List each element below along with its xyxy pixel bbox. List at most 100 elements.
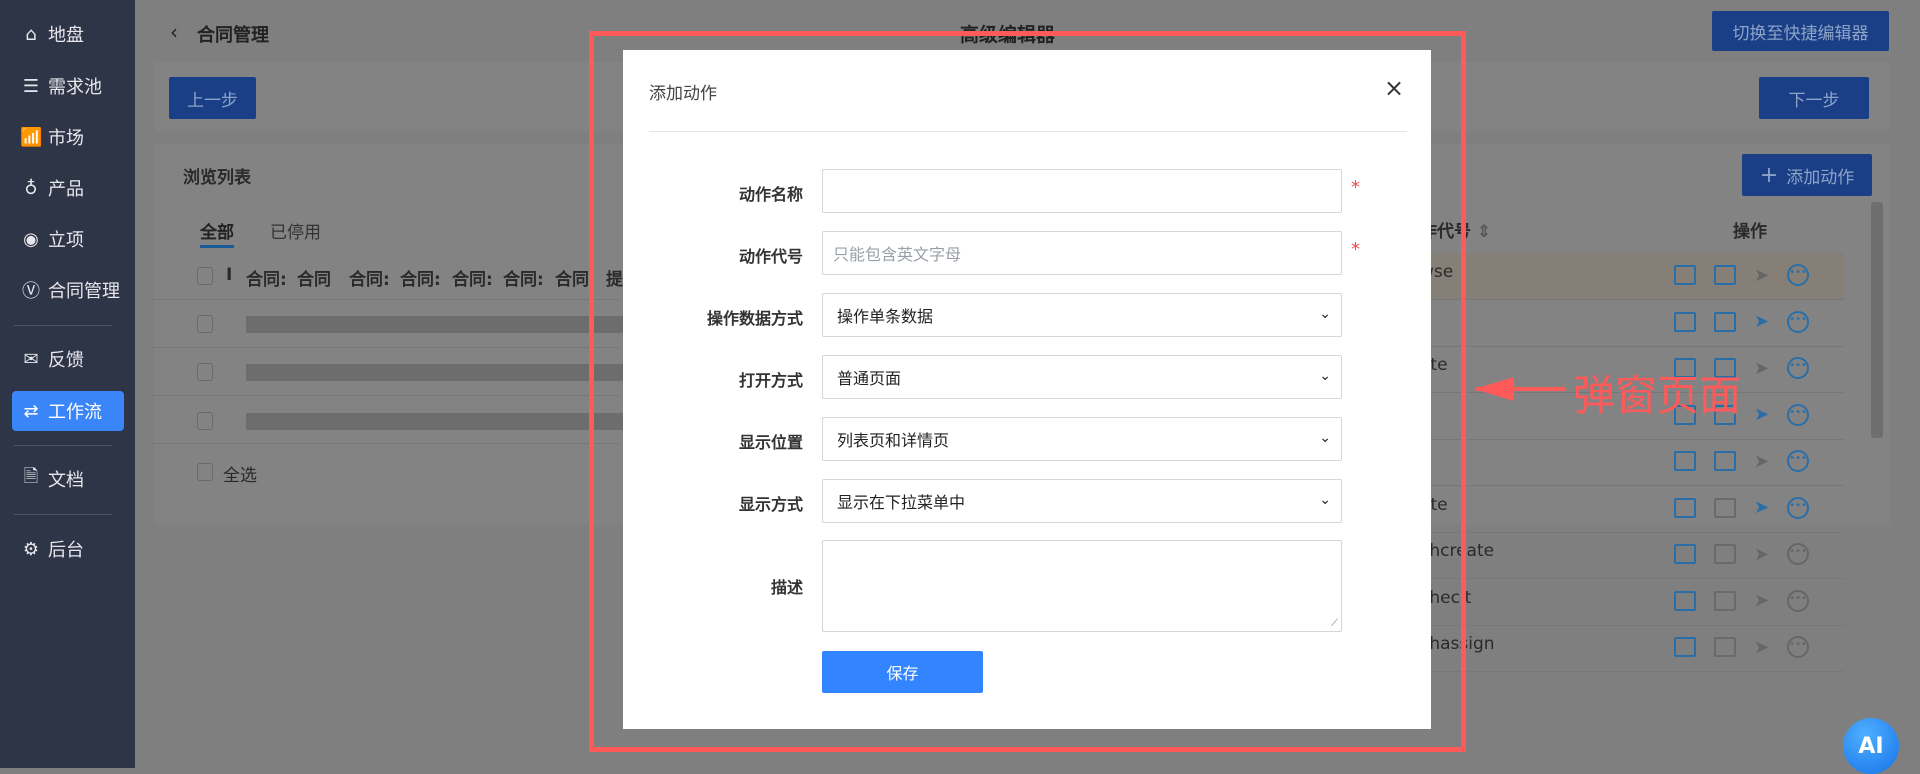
column-header[interactable]: 合同 <box>297 265 331 290</box>
pointer-icon[interactable]: ➤ <box>1754 637 1769 658</box>
sidebar-item-docs[interactable]: 🗎 文档 <box>12 459 124 499</box>
pointer-icon[interactable]: ➤ <box>1754 404 1769 425</box>
action-code-input[interactable]: 只能包含英文字母 <box>822 231 1342 275</box>
layout-icon[interactable] <box>1714 311 1736 332</box>
pointer-icon[interactable]: ➤ <box>1754 358 1769 379</box>
required-icon: * <box>1351 177 1360 198</box>
sidebar-item-project[interactable]: ◉ 立项 <box>12 219 124 259</box>
more-icon[interactable]: ••• <box>1787 636 1810 658</box>
modal-title: 添加动作 <box>649 84 717 104</box>
divider <box>150 395 620 396</box>
sidebar-item-feedback[interactable]: ✉ 反馈 <box>12 339 124 379</box>
pointer-icon[interactable]: ➤ <box>1754 544 1769 565</box>
sort-icon: ⇕ <box>1476 222 1492 242</box>
row-checkbox[interactable] <box>197 412 213 430</box>
tab-disabled[interactable]: 已停用 <box>270 218 321 243</box>
select-all-checkbox[interactable] <box>197 463 213 481</box>
page-title: 合同管理 <box>197 25 269 46</box>
pointer-icon[interactable]: ➤ <box>1754 311 1769 332</box>
select-field[interactable]: 列表页和详情页 ⌄ <box>822 417 1342 461</box>
field-label: 描述 <box>770 578 803 597</box>
home-icon: ⌂ <box>25 23 37 45</box>
sidebar-item-home[interactable]: ⌂ 地盘 <box>12 14 124 54</box>
edit-icon[interactable] <box>1674 265 1696 285</box>
more-icon[interactable]: ••• <box>1787 310 1810 333</box>
more-icon[interactable]: ••• <box>1787 496 1810 519</box>
column-header[interactable]: 合同: <box>349 265 390 290</box>
layout-icon[interactable] <box>1714 497 1736 518</box>
field-label: 显示方式 <box>738 495 803 514</box>
more-icon[interactable]: ••• <box>1787 589 1810 612</box>
column-header[interactable]: 合同: <box>503 265 544 290</box>
divider <box>150 299 620 300</box>
layout-icon[interactable] <box>1714 451 1736 471</box>
edit-icon[interactable] <box>1674 497 1696 518</box>
doc-icon: 🗎 <box>23 466 39 487</box>
more-icon[interactable]: ••• <box>1787 357 1810 379</box>
divider <box>1400 438 1844 440</box>
switch-editor-button[interactable]: 切换至快捷编辑器 <box>1712 11 1889 51</box>
divider <box>1400 299 1844 300</box>
more-icon[interactable]: ••• <box>1787 450 1810 472</box>
select-field[interactable]: 显示在下拉菜单中 ⌄ <box>822 479 1342 523</box>
list-icon: ☰ <box>22 75 40 97</box>
row-actions: ➤ ••• <box>1674 636 1810 658</box>
row-checkbox[interactable] <box>197 363 213 381</box>
field-label: 显示位置 <box>738 433 803 452</box>
divider <box>14 445 112 446</box>
user-circle-icon: ◉ <box>23 228 39 250</box>
column-header[interactable]: 合同: <box>452 265 493 290</box>
sidebar-item-workflow[interactable]: ⇄ 工作流 <box>12 391 124 431</box>
add-action-button[interactable]: + 添加动作 <box>1742 154 1872 196</box>
more-icon[interactable]: ••• <box>1787 264 1810 286</box>
select-field[interactable]: 操作单条数据 ⌄ <box>822 293 1342 337</box>
divider <box>649 131 1407 132</box>
column-header[interactable]: 合同: <box>246 265 287 290</box>
back-button[interactable]: ‹ <box>170 20 178 44</box>
row-checkbox[interactable] <box>197 315 213 333</box>
list-title: 浏览列表 <box>183 168 251 188</box>
field-label: 操作数据方式 <box>706 309 803 328</box>
pointer-icon[interactable]: ➤ <box>1754 497 1769 518</box>
edit-icon[interactable] <box>1674 451 1696 471</box>
edit-icon[interactable] <box>1674 637 1696 657</box>
pointer-icon[interactable]: ➤ <box>1754 590 1769 611</box>
column-header: I <box>226 265 233 285</box>
close-icon[interactable]: × <box>1384 74 1404 102</box>
sidebar-item-admin[interactable]: ⚙ 后台 <box>12 529 124 569</box>
edit-icon[interactable] <box>1674 590 1696 611</box>
sidebar-item-demand[interactable]: ☰ 需求池 <box>12 66 124 106</box>
sidebar-item-market[interactable]: 📶 市场 <box>12 117 124 157</box>
divider <box>150 443 620 444</box>
sidebar-item-product[interactable]: ♁ 产品 <box>12 168 124 208</box>
prev-step-button[interactable]: 上一步 <box>169 77 256 119</box>
resize-handle-icon[interactable]: ⟋ <box>1331 618 1338 629</box>
annotation-label: 弹窗页面 <box>1573 371 1742 420</box>
layout-icon[interactable] <box>1714 544 1736 564</box>
select-field[interactable]: 普通页面 ⌄ <box>822 355 1342 399</box>
action-name-input[interactable] <box>822 169 1342 213</box>
layout-icon[interactable] <box>1714 265 1736 285</box>
header-checkbox[interactable] <box>197 267 213 285</box>
edit-icon[interactable] <box>1674 311 1696 332</box>
required-icon: * <box>1351 239 1360 260</box>
blurred-row <box>246 364 626 381</box>
layout-icon[interactable] <box>1714 637 1736 657</box>
scrollbar[interactable] <box>1871 202 1883 438</box>
divider <box>1400 624 1844 626</box>
column-header[interactable]: 合同: <box>400 265 441 290</box>
more-icon[interactable]: ••• <box>1787 403 1810 426</box>
tab-all[interactable]: 全部 <box>200 218 234 248</box>
workflow-icon: ⇄ <box>23 400 39 422</box>
ai-assistant-button[interactable]: AI <box>1843 718 1899 774</box>
more-icon[interactable]: ••• <box>1787 543 1810 565</box>
sidebar-item-contract[interactable]: Ⓥ 合同管理 <box>12 270 124 310</box>
save-button[interactable]: 保存 <box>822 651 983 693</box>
pointer-icon[interactable]: ➤ <box>1754 451 1769 472</box>
pointer-icon[interactable]: ➤ <box>1754 265 1769 286</box>
edit-icon[interactable] <box>1674 544 1696 564</box>
blurred-row <box>246 413 626 430</box>
description-textarea[interactable]: ⟋ <box>822 540 1342 632</box>
layout-icon[interactable] <box>1714 590 1736 611</box>
next-step-button[interactable]: 下一步 <box>1759 77 1869 119</box>
